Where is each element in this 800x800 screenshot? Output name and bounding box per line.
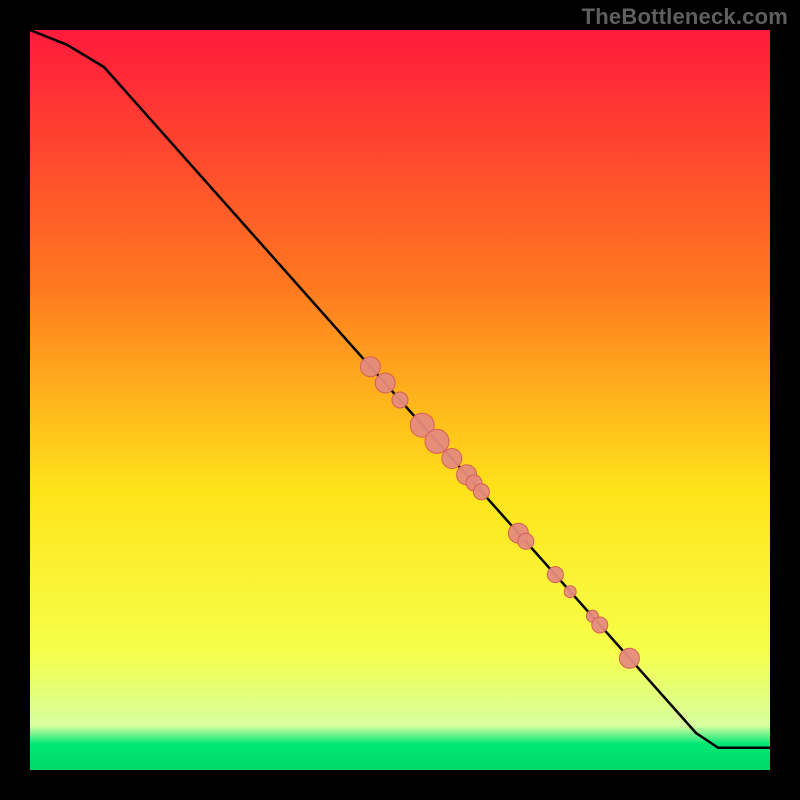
- data-marker: [518, 533, 534, 549]
- data-marker: [442, 449, 462, 469]
- data-marker: [592, 617, 608, 633]
- data-marker: [564, 586, 576, 598]
- data-marker: [425, 429, 449, 453]
- bottleneck-chart: [0, 0, 800, 800]
- data-marker: [360, 357, 380, 377]
- data-marker: [392, 392, 408, 408]
- data-marker: [375, 373, 395, 393]
- data-marker: [473, 484, 489, 500]
- watermark-text: TheBottleneck.com: [582, 4, 788, 30]
- data-marker: [547, 567, 563, 583]
- chart-stage: { "watermark": "TheBottleneck.com", "col…: [0, 0, 800, 800]
- data-marker: [619, 648, 639, 668]
